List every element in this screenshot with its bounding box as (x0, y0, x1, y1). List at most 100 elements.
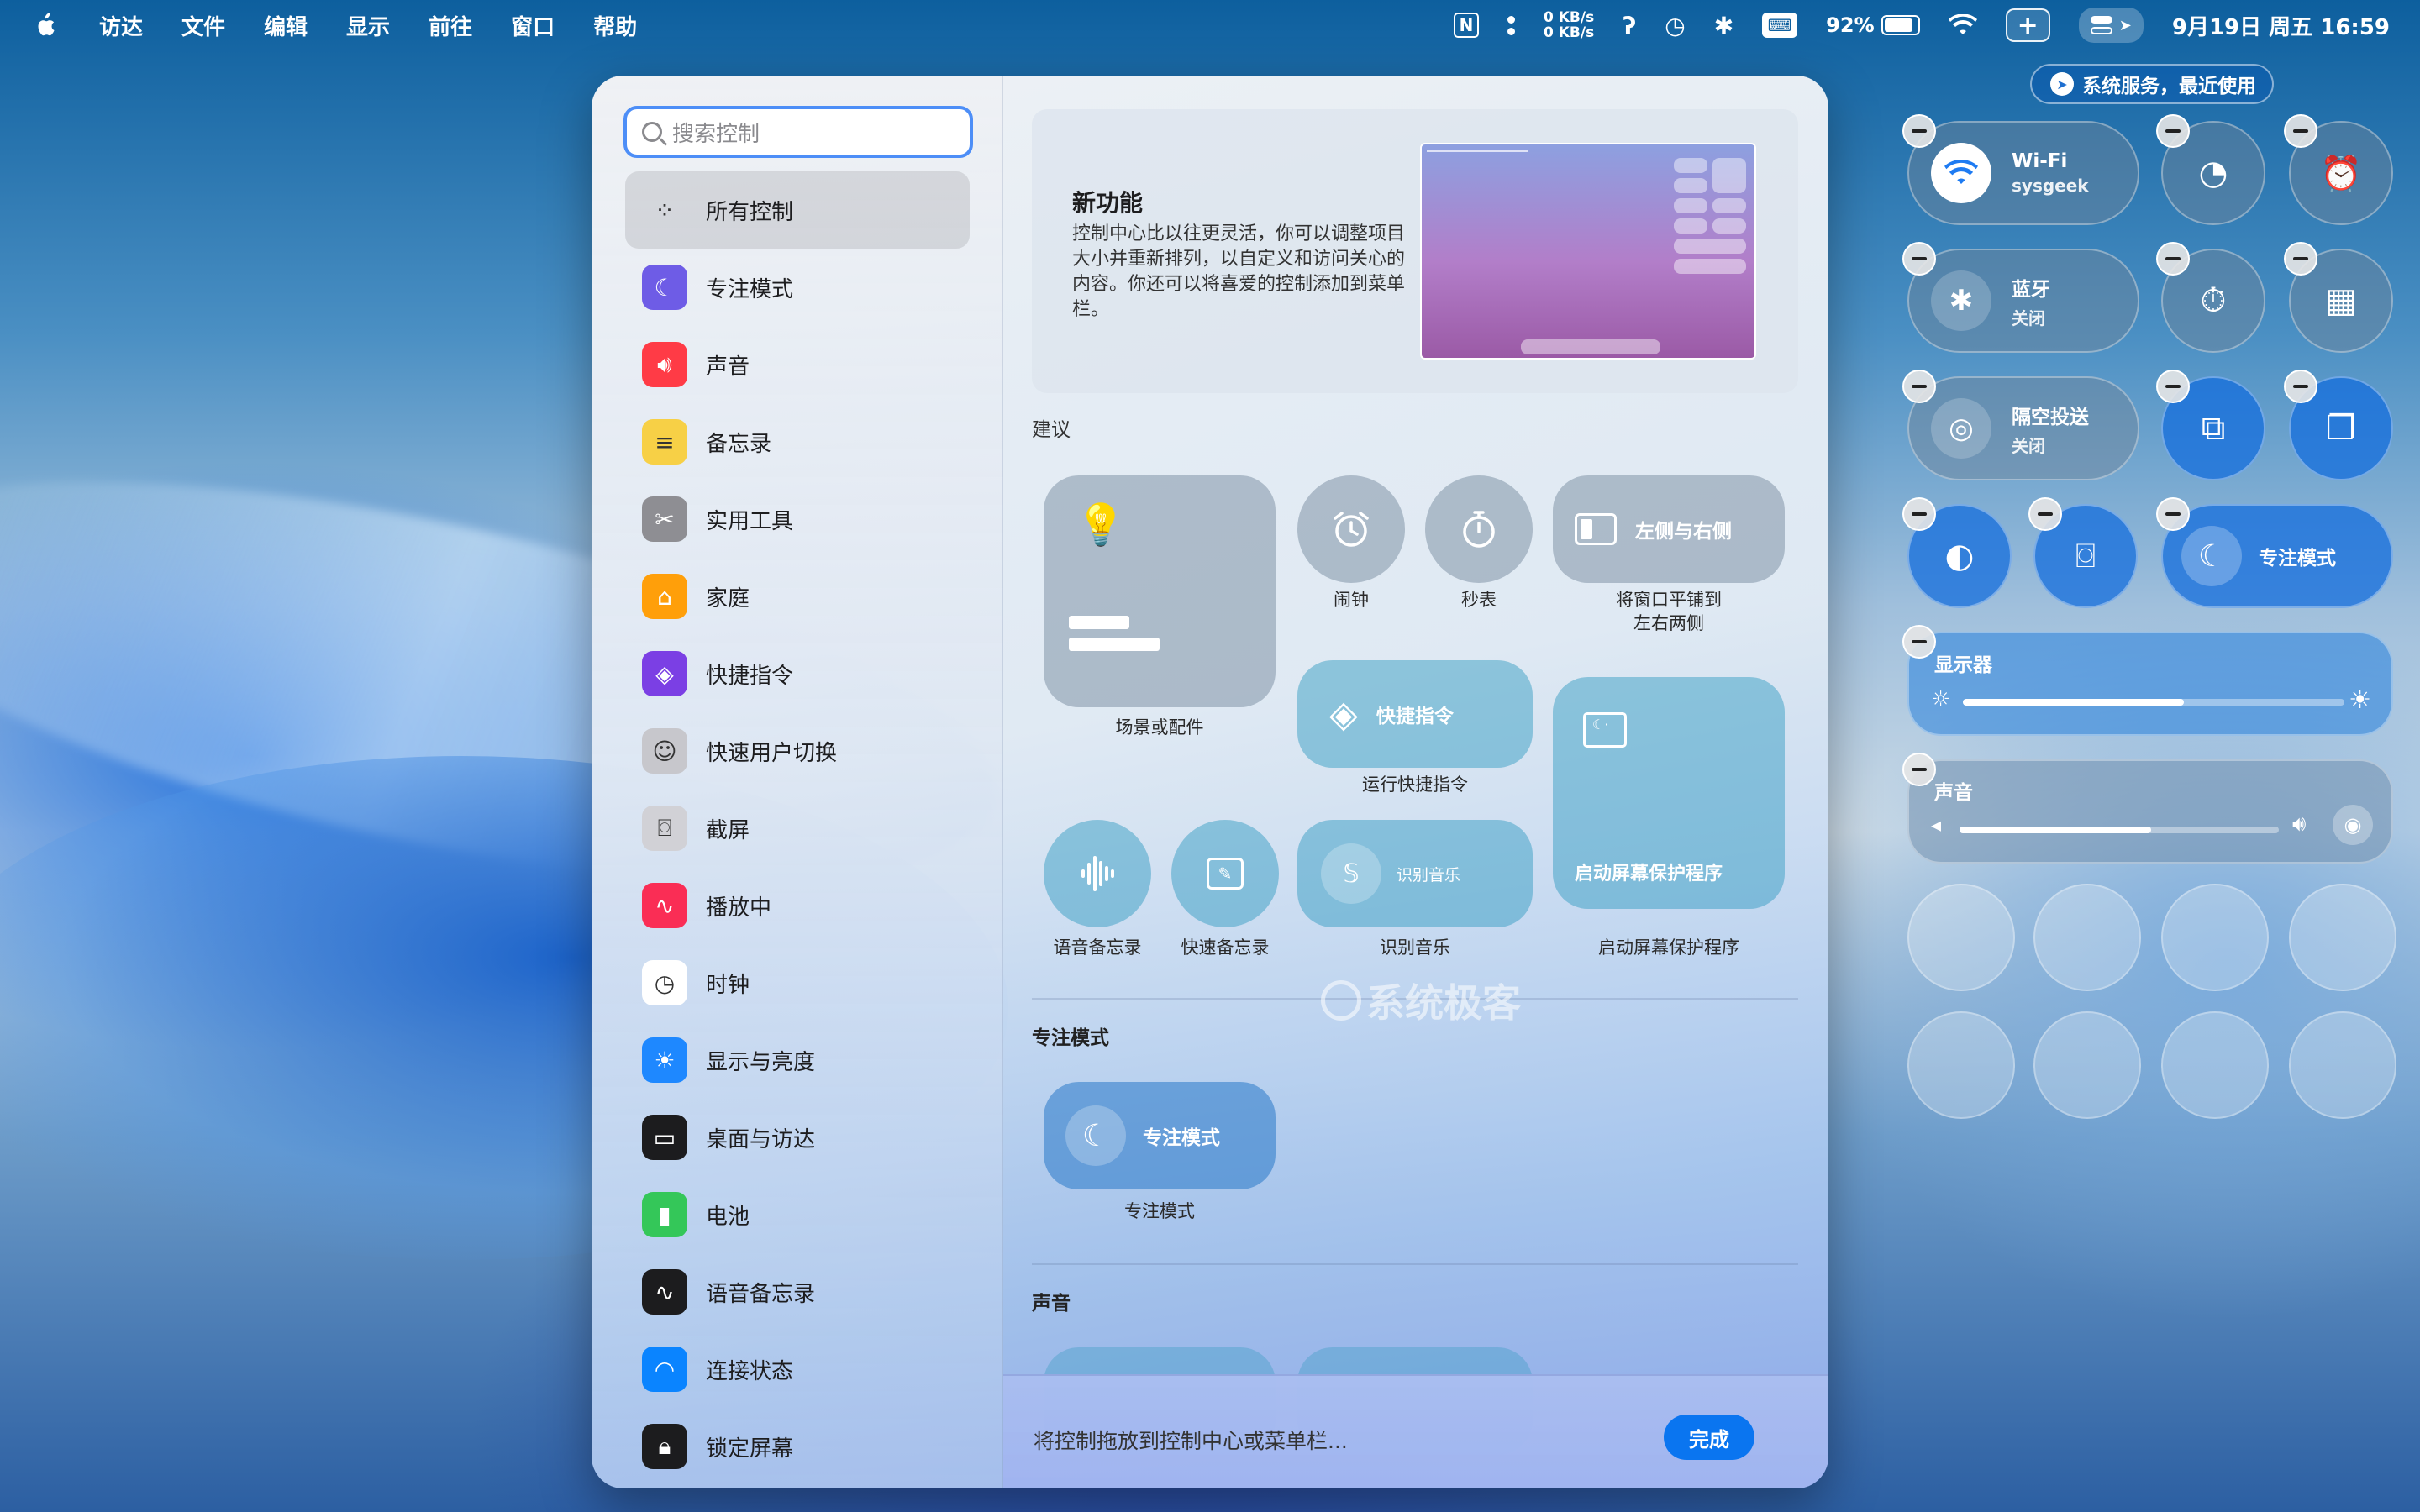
wifi-icon[interactable] (1948, 14, 1977, 36)
cc-wifi-tile[interactable]: Wi-Fi sysgeek (1907, 121, 2139, 225)
remove-button[interactable] (2284, 114, 2317, 148)
sidebar-item[interactable]: ☾ 专注模式 (625, 249, 970, 326)
screensaver-tile[interactable]: ☾· 启动屏幕保护程序 (1553, 677, 1785, 909)
suggestions-label: 建议 (1032, 419, 1071, 441)
remove-button[interactable] (1902, 370, 1936, 403)
sidebar-item[interactable]: ▮ 电池 (625, 1176, 970, 1253)
empty-slot (2161, 1011, 2269, 1119)
speaker-low-icon: ◂ (1931, 813, 1942, 837)
sidebar-item-label: 连接状态 (706, 1358, 794, 1384)
scene-accessory-tile[interactable]: 💡 (1044, 475, 1276, 707)
add-control-icon[interactable]: + (2005, 8, 2050, 42)
cc-display-slider[interactable]: 显示器 ☼ ☀ (1907, 632, 2393, 736)
empty-slot (2033, 1011, 2141, 1119)
remove-button[interactable] (2284, 242, 2317, 276)
screenshot-icon: ⌼ (642, 806, 687, 851)
focus-mode-tile[interactable]: ☾ 专注模式 (1044, 1082, 1276, 1189)
calculator-icon: ▦ (2325, 281, 2357, 320)
bluetooth-icon[interactable]: ✱ (1714, 12, 1733, 39)
controls-main: 新功能 控制中心比以往更灵活，你可以调整项目大小并重新排列，以自定义和访问关心的… (1003, 76, 1828, 1488)
tile-left-right-tile[interactable]: 左侧与右侧 (1553, 475, 1785, 583)
remove-button[interactable] (2028, 497, 2062, 531)
placeholder-bar (1069, 616, 1129, 629)
scene-caption: 场景或配件 (1115, 717, 1204, 738)
remove-button[interactable] (1902, 625, 1936, 659)
remove-button[interactable] (1902, 497, 1936, 531)
menu-finder[interactable]: 访达 (99, 10, 143, 41)
battery-status[interactable]: 92% (1826, 13, 1920, 37)
network-speed[interactable]: 0 KB/s 0 KB/s (1544, 10, 1594, 40)
remove-button[interactable] (2156, 242, 2190, 276)
hearing-icon[interactable]: ʔ (1623, 12, 1636, 39)
voice-memo-tile[interactable] (1044, 820, 1151, 927)
waveform-icon: ∿ (642, 883, 687, 928)
focus-mode-caption: 专注模式 (1124, 1201, 1195, 1221)
sidebar-item[interactable]: ◠ 连接状态 (625, 1331, 970, 1408)
sidebar-item[interactable]: ⌂ 家庭 (625, 558, 970, 635)
sidebar-item[interactable]: ∿ 播放中 (625, 867, 970, 944)
recognize-music-tile[interactable]: 𝕊 识别音乐 (1297, 820, 1533, 927)
menu-edit[interactable]: 编辑 (264, 10, 308, 41)
sidebar-item[interactable]: 🔒︎ 锁定屏幕 (625, 1408, 970, 1485)
stopwatch-icon: ⏱ (2200, 281, 2227, 320)
menu-go[interactable]: 前往 (429, 10, 472, 41)
sidebar-item[interactable]: ⁘ 所有控制 (625, 171, 970, 249)
sidebar-item[interactable]: ◈ 快捷指令 (625, 635, 970, 712)
notes-icon: ≡ (642, 419, 687, 465)
alarm-tile[interactable] (1297, 475, 1405, 583)
remove-button[interactable] (1902, 242, 1936, 276)
search-field[interactable]: 搜索控制 (623, 106, 973, 158)
waveform-icon (1081, 856, 1114, 891)
moon-icon: ☾ (1065, 1105, 1126, 1166)
brightness-track[interactable] (1963, 699, 2344, 706)
airplay-audio-icon[interactable]: ◉ (2333, 805, 2373, 845)
remove-button[interactable] (2156, 114, 2190, 148)
empty-slot (2289, 884, 2396, 991)
quick-note-tile[interactable]: ✎ (1171, 820, 1279, 927)
shortcuts-tile[interactable]: ◈ 快捷指令 (1297, 660, 1533, 768)
privacy-indicator[interactable]: ➤ 系统服务，最近使用 (2030, 64, 2274, 104)
keyboard-input-icon[interactable]: ⌨ (1762, 13, 1798, 38)
menu-help[interactable]: 帮助 (593, 10, 637, 41)
remove-button[interactable] (1902, 114, 1936, 148)
sidebar-item[interactable]: ≡ 备忘录 (625, 403, 970, 480)
apple-menu-icon[interactable] (34, 13, 55, 38)
menu-view[interactable]: 显示 (346, 10, 390, 41)
sidebar-item[interactable]: ◷ 时钟 (625, 944, 970, 1021)
volume-fill (1960, 827, 2151, 833)
cc-airdrop-tile[interactable]: ◎ 隔空投送 关闭 (1907, 376, 2139, 480)
done-button[interactable]: 完成 (1664, 1415, 1754, 1460)
sidebar-item-label: 播放中 (706, 895, 772, 921)
alarm-caption: 闹钟 (1334, 590, 1369, 610)
time-machine-icon[interactable]: ◷ (1665, 12, 1685, 39)
cc-sound-slider[interactable]: 声音 ◂ 🔊︎ ◉ (1907, 759, 2393, 864)
tools-icon: ✂ (642, 496, 687, 542)
sidebar-item[interactable]: ∿ 语音备忘录 (625, 1253, 970, 1331)
remove-button[interactable] (2156, 497, 2190, 531)
control-center-icon[interactable]: ➤ (2078, 8, 2144, 43)
menu-window[interactable]: 窗口 (511, 10, 555, 41)
wifi-icon (1931, 143, 1991, 203)
sidebar-item[interactable]: ▭ 桌面与访达 (625, 1099, 970, 1176)
moon-icon: ☾ (2181, 526, 2242, 586)
dots-icon[interactable] (1507, 15, 1515, 35)
lock-icon: 🔒︎ (642, 1424, 687, 1469)
sidebar-item[interactable]: 🔊︎ 声音 (625, 326, 970, 403)
menu-clock[interactable]: 9月19日 周五 16:59 (2172, 10, 2390, 41)
sidebar-item[interactable]: ✂ 实用工具 (625, 480, 970, 558)
cc-focus-tile[interactable]: ☾ 专注模式 (2161, 504, 2393, 608)
sidebar-item[interactable]: ⌼ 截屏 (625, 790, 970, 867)
notion-icon[interactable]: N (1454, 13, 1479, 38)
sidebar-item[interactable]: ☺ 快速用户切换 (625, 712, 970, 790)
sidebar-item[interactable]: ☀ 显示与亮度 (625, 1021, 970, 1099)
remove-button[interactable] (2156, 370, 2190, 403)
menu-file[interactable]: 文件 (182, 10, 225, 41)
controls-sidebar: 搜索控制 ⁘ 所有控制 ☾ 专注模式 🔊︎ 声音 ≡ 备忘录 ✂ 实用工具 ⌂ 家庭 ◈ 快捷指令 ☺ 快速用… (592, 76, 1003, 1488)
cc-bluetooth-tile[interactable]: ✱ 蓝牙 关闭 (1907, 249, 2139, 353)
remove-button[interactable] (1902, 753, 1936, 786)
remove-button[interactable] (2284, 370, 2317, 403)
stopwatch-tile[interactable] (1425, 475, 1533, 583)
whats-new-banner: 新功能 控制中心比以往更灵活，你可以调整项目大小并重新排列，以自定义和访问关心的… (1032, 109, 1798, 393)
sun-small-icon: ☼ (1931, 687, 1951, 712)
volume-track[interactable] (1960, 827, 2279, 833)
